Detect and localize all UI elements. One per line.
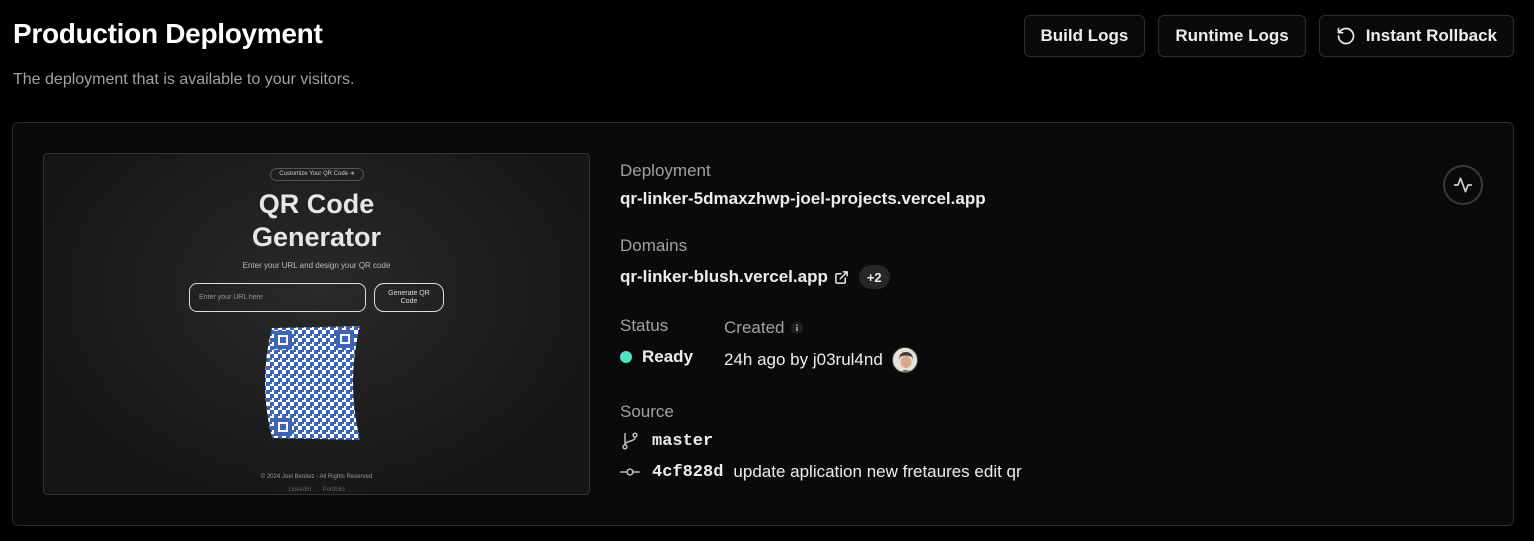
header-actions: Build Logs Runtime Logs Instant Rollback <box>1023 15 1514 57</box>
status-value: Ready <box>642 347 694 366</box>
preview-title: QR Code Generator <box>44 188 589 254</box>
created-row: 24h ago by j03rul4nd <box>724 347 918 373</box>
preview-footer: © 2024 Joel Benitez - All Rights Reserve… <box>260 474 373 480</box>
status-dot <box>620 351 632 363</box>
instant-rollback-button[interactable]: Instant Rollback <box>1318 15 1514 57</box>
source-label: Source <box>620 402 674 421</box>
deployment-card: Customize Your QR Code ➔ QR Code Generat… <box>12 122 1514 526</box>
external-link-icon[interactable] <box>834 270 849 285</box>
activity-button[interactable] <box>1443 165 1483 205</box>
avatar[interactable] <box>891 347 918 373</box>
build-logs-label: Build Logs <box>1040 26 1129 45</box>
instant-rollback-label: Instant Rollback <box>1365 26 1497 45</box>
branch-link[interactable]: master <box>652 432 713 451</box>
preview-url-input: Enter your URL here <box>189 283 366 312</box>
activity-icon <box>1453 177 1473 193</box>
deployment-url-link[interactable]: qr-linker-5dmaxzhwp-joel-projects.vercel… <box>620 189 986 209</box>
preview-generate-button: Generate QR Code <box>374 283 444 312</box>
preview-qr-code <box>265 326 360 440</box>
preview-title-line2: Generator <box>251 222 382 252</box>
git-branch-icon <box>622 432 638 450</box>
runtime-logs-label: Runtime Logs <box>1175 26 1289 45</box>
status-row: Ready <box>620 347 693 367</box>
domains-row: qr-linker-blush.vercel.app +2 <box>620 265 890 289</box>
commit-message: update aplication new fretaures edit qr <box>733 462 1022 481</box>
status-label: Status <box>620 316 669 335</box>
created-label: Created <box>724 318 785 337</box>
created-header: Created <box>724 318 804 338</box>
runtime-logs-button[interactable]: Runtime Logs <box>1158 15 1306 57</box>
branch-row: master <box>620 431 713 451</box>
production-deployment-page: Production Deployment The deployment tha… <box>0 0 1534 541</box>
info-icon[interactable] <box>791 322 804 334</box>
extra-domains-badge[interactable]: +2 <box>858 265 890 289</box>
preview-links: LinkedIn Portfolio <box>44 487 589 493</box>
preview-link-linkedin: LinkedIn <box>288 487 311 493</box>
deployment-preview[interactable]: Customize Your QR Code ➔ QR Code Generat… <box>43 153 590 495</box>
build-logs-button[interactable]: Build Logs <box>1023 15 1146 57</box>
rotate-ccw-icon <box>1337 27 1354 45</box>
preview-link-portfolio: Portfolio <box>322 487 345 493</box>
preview-subtitle: Enter your URL and design your QR code <box>242 261 391 270</box>
git-commit-icon <box>620 468 640 476</box>
preview-badge: Customize Your QR Code ➔ <box>270 168 364 181</box>
commit-hash-link[interactable]: 4cf828d <box>652 463 723 482</box>
page-title: Production Deployment <box>13 18 323 49</box>
avatar-image <box>892 348 917 372</box>
preview-title-line1: QR Code <box>258 189 375 219</box>
domains-label: Domains <box>620 236 688 255</box>
deployment-label: Deployment <box>620 161 711 180</box>
primary-domain-link[interactable]: qr-linker-blush.vercel.app <box>620 267 828 287</box>
commit-row: 4cf828d update aplication new fretaures … <box>620 462 1022 482</box>
page-subtitle: The deployment that is available to your… <box>13 71 355 88</box>
created-value: 24h ago by j03rul4nd <box>724 350 883 369</box>
